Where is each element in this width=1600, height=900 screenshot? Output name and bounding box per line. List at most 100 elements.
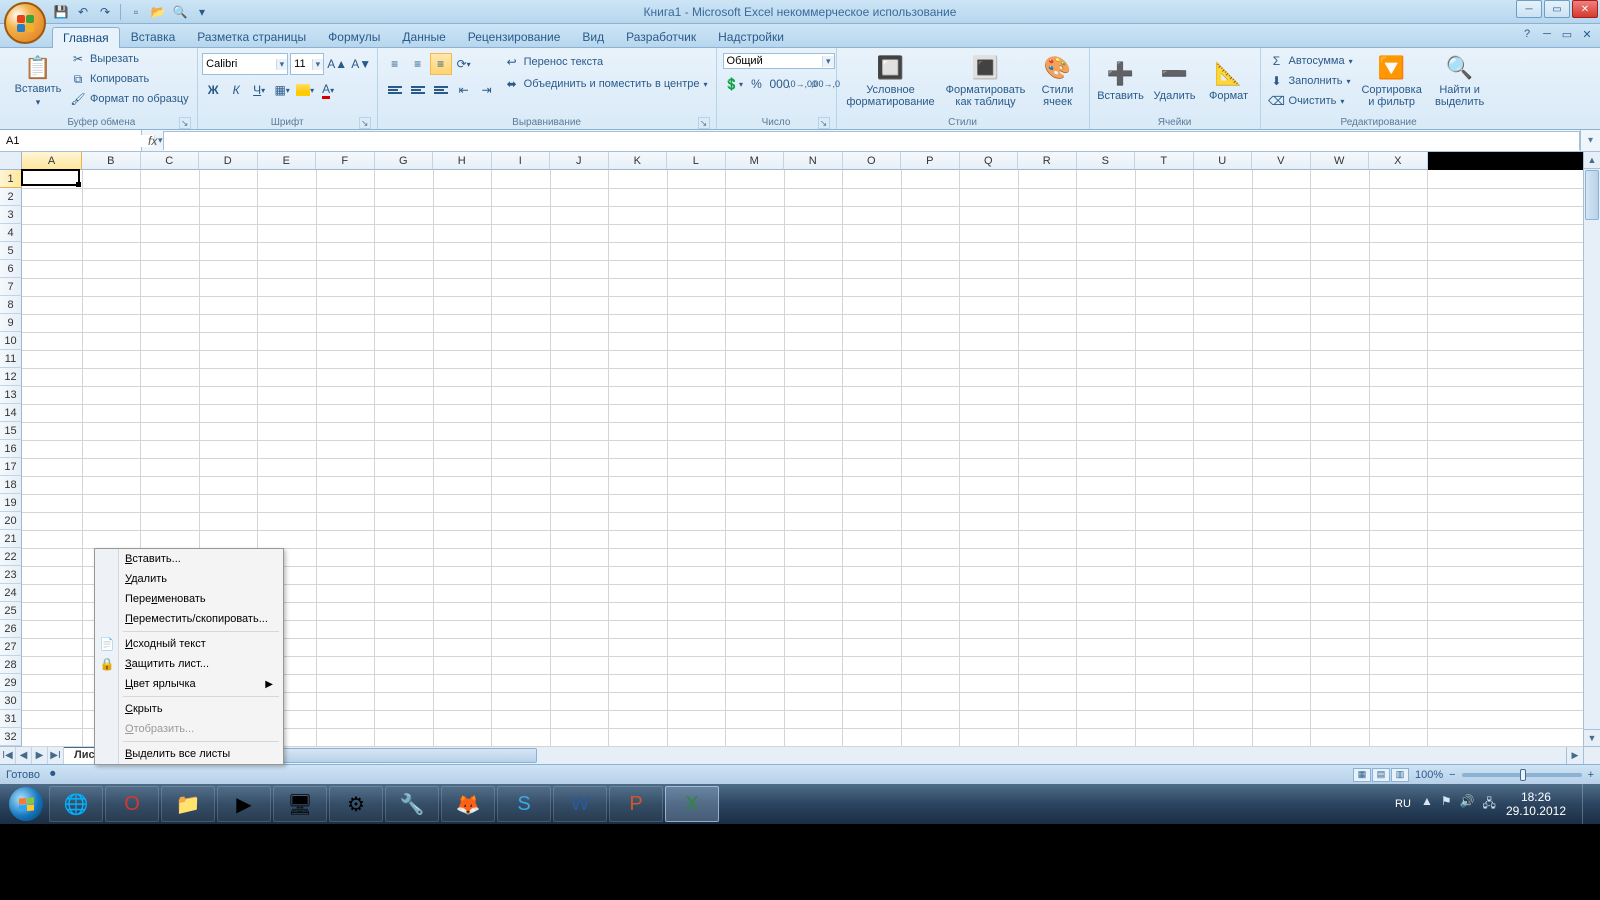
wrap-text-button[interactable]: ↩Перенос текста: [502, 53, 710, 71]
nav-next-icon[interactable]: ▶: [32, 747, 48, 764]
scroll-right-icon[interactable]: ▶: [1566, 747, 1583, 764]
font-size-combo[interactable]: ▾: [290, 53, 324, 75]
column-header[interactable]: D: [199, 152, 258, 170]
row-header[interactable]: 15: [0, 422, 22, 440]
row-header[interactable]: 17: [0, 458, 22, 476]
select-all-corner[interactable]: [0, 152, 22, 170]
tab-addins[interactable]: Надстройки: [707, 26, 795, 47]
row-header[interactable]: 30: [0, 692, 22, 710]
column-header[interactable]: O: [843, 152, 902, 170]
vertical-scrollbar[interactable]: ▲ ▼: [1583, 152, 1600, 746]
taskbar-app1-icon[interactable]: 🖥: [273, 786, 327, 822]
zoom-in-icon[interactable]: +: [1588, 769, 1594, 781]
nav-last-icon[interactable]: ▶I: [48, 747, 64, 764]
column-header[interactable]: U: [1194, 152, 1253, 170]
start-button[interactable]: [4, 784, 48, 824]
row-header[interactable]: 23: [0, 566, 22, 584]
chevron-down-icon[interactable]: ▾: [822, 56, 834, 67]
column-header[interactable]: K: [609, 152, 668, 170]
fx-icon[interactable]: fx: [148, 134, 157, 148]
font-size-input[interactable]: [291, 57, 311, 71]
italic-button[interactable]: К: [225, 79, 247, 101]
redo-icon[interactable]: ↷: [96, 3, 114, 21]
column-header[interactable]: P: [901, 152, 960, 170]
taskbar-media-icon[interactable]: ▶: [217, 786, 271, 822]
row-header[interactable]: 26: [0, 620, 22, 638]
row-header[interactable]: 7: [0, 278, 22, 296]
office-button[interactable]: [4, 2, 46, 44]
row-header[interactable]: 5: [0, 242, 22, 260]
row-header[interactable]: 32: [0, 728, 22, 746]
clipboard-launcher-icon[interactable]: ↘: [179, 117, 191, 129]
fill-color-button[interactable]: ▾: [294, 79, 316, 101]
row-header[interactable]: 25: [0, 602, 22, 620]
top-align-icon[interactable]: ≡: [384, 53, 406, 75]
number-format-combo[interactable]: ▾: [723, 53, 835, 69]
border-button[interactable]: ▦▾: [271, 79, 293, 101]
row-header[interactable]: 11: [0, 350, 22, 368]
row-header[interactable]: 21: [0, 530, 22, 548]
tab-insert[interactable]: Вставка: [120, 26, 187, 47]
row-header[interactable]: 10: [0, 332, 22, 350]
undo-icon[interactable]: ↶: [74, 3, 92, 21]
grow-font-icon[interactable]: A▲: [326, 53, 348, 75]
mdi-restore-icon[interactable]: ▭: [1560, 27, 1574, 41]
merge-center-button[interactable]: ⬌Объединить и поместить в центре▾: [502, 75, 710, 93]
column-header[interactable]: R: [1018, 152, 1077, 170]
cut-button[interactable]: ✂Вырезать: [68, 50, 191, 68]
ctx-item[interactable]: Вставить...: [95, 549, 283, 569]
tab-review[interactable]: Рецензирование: [457, 26, 572, 47]
taskbar-app3-icon[interactable]: 🔧: [385, 786, 439, 822]
column-header[interactable]: G: [375, 152, 434, 170]
clear-button[interactable]: ⌫Очистить▾: [1267, 92, 1355, 110]
zoom-level[interactable]: 100%: [1415, 769, 1443, 781]
zoom-out-icon[interactable]: −: [1449, 769, 1455, 781]
taskbar-firefox-icon[interactable]: 🦊: [441, 786, 495, 822]
column-header[interactable]: T: [1135, 152, 1194, 170]
page-break-view-icon[interactable]: ▥: [1391, 768, 1409, 782]
taskbar-app2-icon[interactable]: ⚙: [329, 786, 383, 822]
taskbar-ie-icon[interactable]: 🌐: [49, 786, 103, 822]
taskbar-word-icon[interactable]: W: [553, 786, 607, 822]
column-header[interactable]: C: [141, 152, 200, 170]
column-header[interactable]: E: [258, 152, 317, 170]
tab-data[interactable]: Данные: [391, 26, 456, 47]
tray-arrow-icon[interactable]: ▲: [1421, 794, 1433, 815]
middle-align-icon[interactable]: ≡: [407, 53, 429, 75]
expand-formula-bar-icon[interactable]: ▾: [1580, 130, 1600, 151]
row-header[interactable]: 1: [0, 170, 22, 188]
scroll-down-icon[interactable]: ▼: [1584, 729, 1600, 746]
scroll-up-icon[interactable]: ▲: [1584, 152, 1600, 169]
taskbar-excel-icon[interactable]: X: [665, 786, 719, 822]
print-preview-icon[interactable]: 🔍: [171, 3, 189, 21]
chevron-down-icon[interactable]: ▾: [312, 59, 324, 70]
accounting-format-icon[interactable]: 💲▾: [723, 73, 745, 95]
ctx-item[interactable]: Переместить/скопировать...: [95, 609, 283, 629]
formula-input[interactable]: [164, 134, 1579, 151]
row-header[interactable]: 29: [0, 674, 22, 692]
row-header[interactable]: 2: [0, 188, 22, 206]
percent-format-icon[interactable]: %: [746, 73, 768, 95]
formula-input-wrap[interactable]: [163, 131, 1580, 150]
nav-prev-icon[interactable]: ◀: [16, 747, 32, 764]
delete-cells-button[interactable]: ➖Удалить: [1150, 50, 1200, 114]
column-header[interactable]: L: [667, 152, 726, 170]
mdi-close-icon[interactable]: ✕: [1580, 27, 1594, 41]
mdi-minimize-icon[interactable]: ─: [1540, 27, 1554, 41]
ctx-item[interactable]: Удалить: [95, 569, 283, 589]
paste-button[interactable]: 📋 Вставить ▾: [12, 50, 64, 114]
ctx-item[interactable]: Скрыть: [95, 699, 283, 719]
close-button[interactable]: ✕: [1572, 0, 1598, 18]
column-header[interactable]: M: [726, 152, 785, 170]
tray-flag-icon[interactable]: ⚑: [1441, 794, 1452, 815]
name-box[interactable]: ▾: [0, 130, 142, 151]
row-header[interactable]: 27: [0, 638, 22, 656]
taskbar-opera-icon[interactable]: O: [105, 786, 159, 822]
bottom-align-icon[interactable]: ≡: [430, 53, 452, 75]
row-header[interactable]: 8: [0, 296, 22, 314]
row-header[interactable]: 13: [0, 386, 22, 404]
hscroll-thumb[interactable]: [257, 748, 537, 763]
fill-button[interactable]: ⬇Заполнить▾: [1267, 72, 1355, 90]
vscroll-thumb[interactable]: [1585, 170, 1599, 220]
align-launcher-icon[interactable]: ↘: [698, 117, 710, 129]
